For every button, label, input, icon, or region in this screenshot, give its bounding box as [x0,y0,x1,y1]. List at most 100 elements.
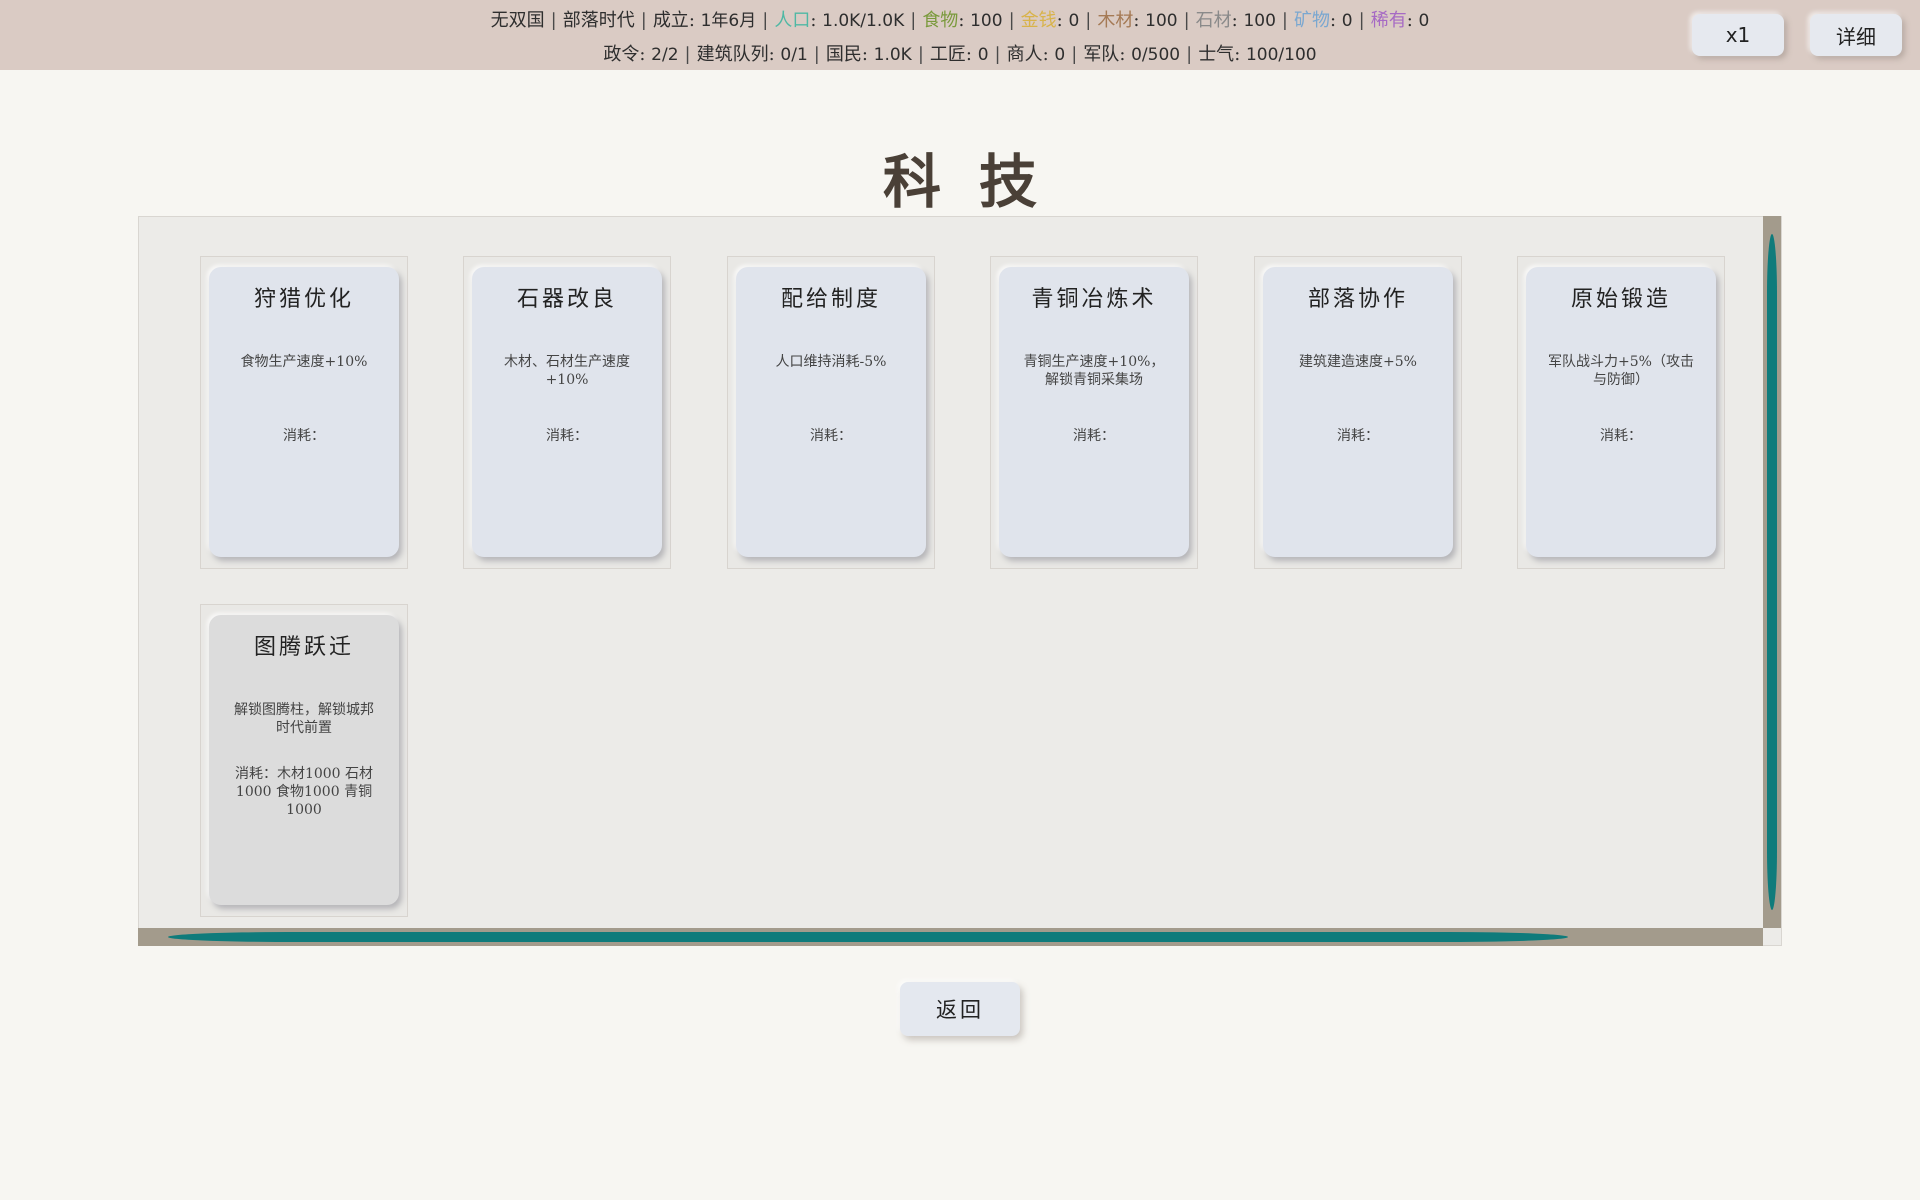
tech-name: 青铜冶炼术 [1031,287,1157,312]
tech-description: 人口维持消耗-5% [775,354,887,370]
status-label: 石材 [1195,10,1232,31]
status-separator: | [640,10,647,31]
game-speed-button[interactable]: x1 [1692,14,1784,56]
status-item: 食物: 100 [922,10,1003,31]
status-item: 商人: 0 [1006,44,1066,65]
status-separator: | [1071,44,1078,65]
tech-description: 木材、石材生产速度 +10% [504,354,630,388]
tech-card[interactable]: 石器改良木材、石材生产速度 +10% 消耗： [472,267,662,557]
status-value: 100/100 [1245,45,1317,65]
status-item: 士气: 100/100 [1198,44,1317,65]
tech-card[interactable]: 青铜冶炼术青铜生产速度+10%， 解锁青铜采集场消耗： [999,267,1189,557]
status-label: 食物 [922,10,959,31]
status-value: 1年6月 [700,11,757,31]
status-separator: | [550,10,557,31]
status-value: 1.0K [873,45,912,65]
status-label: 军队 [1083,44,1120,65]
tech-cost: 消耗： [1337,428,1379,444]
status-value: 1.0K/1.0K [822,11,905,31]
status-line-population: 政令: 2/2 | 建筑队列: 0/1 | 国民: 1.0K | 工匠: 0 | 商人: 0 | 军… [0,40,1920,66]
status-label: 木材 [1097,10,1134,31]
tech-card[interactable]: 配给制度人口维持消耗-5% 消耗： [736,267,926,557]
status-label: 商人 [1006,44,1043,65]
tech-card-slot: 狩猎优化食物生产速度+10% 消耗： [200,256,408,569]
status-item: 石材: 100 [1195,10,1276,31]
horizontal-scrollbar[interactable] [138,928,1763,946]
status-value: 100 [1145,11,1178,31]
status-label: 工匠 [929,44,966,65]
status-item: 工匠: 0 [929,44,989,65]
status-value: 100 [970,11,1003,31]
status-value: 0/1 [780,45,808,65]
tech-card-slot: 图腾跃迁解锁图腾柱，解锁城邦 时代前置消耗：木材1000 石材 1000 食物1… [200,604,408,917]
tech-cost: 消耗： [1073,428,1115,444]
tech-name: 图腾跃迁 [253,635,354,660]
status-item: 建筑队列: 0/1 [696,44,808,65]
tech-cost: 消耗： [1600,428,1642,444]
tech-name: 配给制度 [780,287,881,312]
status-value: 100 [1243,11,1276,31]
tech-card-slot: 原始锻造 军队战斗力+5%（攻击 与防御） 消耗： [1517,256,1725,569]
tech-card-slot: 配给制度人口维持消耗-5% 消耗： [727,256,935,569]
status-item: 军队: 0/500 [1083,44,1181,65]
status-value: 0 [1341,11,1353,31]
tech-description: 军队战斗力+5%（攻击 与防御） [1548,354,1694,388]
status-separator: | [1186,44,1193,65]
status-label: 成立 [652,10,689,31]
tech-description: 解锁图腾柱，解锁城邦 时代前置 [234,702,374,736]
status-line-resources: 无双国 | 部落时代 | 成立: 1年6月 | 人口: 1.0K/1.0K | 食物: 100 |… [0,6,1920,32]
status-label: 金钱 [1020,10,1057,31]
tech-card[interactable]: 原始锻造 军队战斗力+5%（攻击 与防御） 消耗： [1526,267,1716,557]
status-label: 稀有 [1370,10,1407,31]
horizontal-scrollbar-thumb[interactable] [168,932,1568,942]
status-separator: | [762,10,769,31]
status-value: 0 [1054,45,1066,65]
status-separator: | [1358,10,1365,31]
status-value: 0 [977,45,989,65]
tech-cost: 消耗：木材1000 石材 1000 食物1000 青铜 1000 [234,766,374,818]
status-separator: | [1085,10,1092,31]
status-value: 2/2 [651,45,679,65]
tech-card[interactable]: 狩猎优化食物生产速度+10% 消耗： [209,267,399,557]
status-separator: | [917,44,924,65]
tech-name: 狩猎优化 [253,287,354,312]
status-item: 部落时代 [563,10,635,31]
status-item: 无双国 [491,10,545,31]
details-button[interactable]: 详细 [1810,14,1902,56]
tech-name: 石器改良 [516,287,617,312]
status-text: 部落时代 [562,10,635,31]
status-label: 国民 [825,44,862,65]
tech-cost: 消耗： [810,428,852,444]
status-item: 成立: 1年6月 [652,10,757,31]
tech-name: 部落协作 [1307,287,1408,312]
status-bar: 无双国 | 部落时代 | 成立: 1年6月 | 人口: 1.0K/1.0K | 食物: 100 |… [0,0,1920,70]
back-button[interactable]: 返回 [900,982,1020,1036]
status-separator: | [994,44,1001,65]
tech-description: 食物生产速度+10% [240,354,368,370]
status-separator: | [910,10,917,31]
status-item: 人口: 1.0K/1.0K [774,10,905,31]
tech-card[interactable]: 部落协作 建筑建造速度+5% 消耗： [1263,267,1453,557]
status-separator: | [1183,10,1190,31]
tech-cost: 消耗： [546,428,588,444]
tech-description: 青铜生产速度+10%， 解锁青铜采集场 [1023,354,1165,388]
status-item: 国民: 1.0K [825,44,912,65]
status-value: 0/500 [1131,45,1181,65]
tech-cost: 消耗： [283,428,325,444]
tech-card-slot: 部落协作 建筑建造速度+5% 消耗： [1254,256,1462,569]
status-separator: | [684,44,691,65]
status-label: 士气 [1198,44,1235,65]
tech-card-slot: 石器改良木材、石材生产速度 +10% 消耗： [463,256,671,569]
status-label: 人口 [774,10,811,31]
status-item: 政令: 2/2 [603,44,679,65]
status-item: 稀有: 0 [1370,10,1430,31]
status-label: 政令 [603,44,640,65]
status-separator: | [1008,10,1015,31]
status-item: 矿物: 0 [1294,10,1353,31]
vertical-scrollbar[interactable] [1763,216,1781,928]
status-label: 建筑队列 [696,44,769,65]
status-text: 无双国 [490,10,545,31]
tech-card[interactable]: 图腾跃迁解锁图腾柱，解锁城邦 时代前置消耗：木材1000 石材 1000 食物1… [209,615,399,905]
vertical-scrollbar-thumb[interactable] [1767,234,1777,910]
status-label: 矿物 [1294,10,1330,31]
